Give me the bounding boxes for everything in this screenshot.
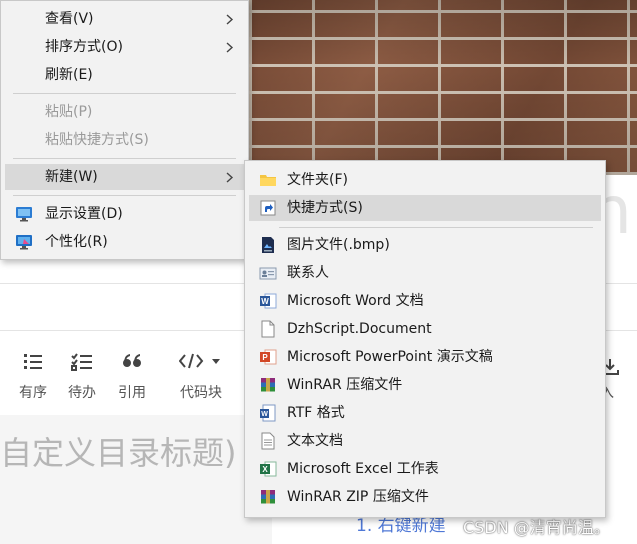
new-item-winrar-zip[interactable]: WinRAR ZIP 压缩文件 [249, 484, 601, 510]
new-item-word[interactable]: W Microsoft Word 文档 [249, 288, 601, 314]
new-item-label: Microsoft Word 文档 [287, 293, 424, 309]
contact-card-icon [259, 264, 277, 282]
new-item-label: Microsoft PowerPoint 演示文稿 [287, 349, 493, 365]
checklist-icon [62, 352, 102, 376]
menu-item-new[interactable]: 新建(W) [5, 164, 244, 190]
menu-separator [279, 227, 593, 228]
todo-list-button[interactable]: 待办 [62, 352, 102, 402]
new-item-label: 联系人 [287, 265, 329, 281]
menu-item-view[interactable]: 查看(V) [5, 6, 244, 32]
new-item-excel[interactable]: X Microsoft Excel 工作表 [249, 456, 601, 482]
svg-text:W: W [261, 411, 268, 418]
menu-separator [13, 93, 236, 94]
menu-item-sort-by[interactable]: 排序方式(O) [5, 34, 244, 60]
code-icon [170, 352, 232, 376]
bmp-image-icon [259, 236, 277, 254]
new-item-label: Microsoft Excel 工作表 [287, 461, 439, 477]
menu-item-label: 新建(W) [45, 169, 98, 185]
menu-item-label: 显示设置(D) [45, 206, 123, 222]
new-submenu: 文件夹(F) 快捷方式(S) 图片文件(.bmp) 联系人 W Microsof… [244, 160, 606, 518]
shortcut-icon [259, 199, 277, 217]
quote-icon [112, 352, 152, 376]
menu-item-label: 查看(V) [45, 11, 94, 27]
code-block-label: 代码块 [180, 385, 222, 401]
new-item-shortcut[interactable]: 快捷方式(S) [249, 195, 601, 221]
menu-item-paste[interactable]: 粘贴(P) [5, 99, 244, 125]
svg-text:P: P [262, 353, 268, 362]
new-item-label: 快捷方式(S) [287, 200, 363, 216]
new-item-folder[interactable]: 文件夹(F) [249, 167, 601, 193]
new-item-bmp[interactable]: 图片文件(.bmp) [249, 232, 601, 258]
quote-label: 引用 [118, 385, 146, 401]
winrar-icon [259, 376, 277, 394]
ordered-list-icon [14, 352, 52, 376]
new-item-powerpoint[interactable]: P Microsoft PowerPoint 演示文稿 [249, 344, 601, 370]
menu-item-refresh[interactable]: 刷新(E) [5, 62, 244, 88]
chevron-right-icon [224, 34, 236, 60]
menu-item-label: 粘贴(P) [45, 104, 93, 120]
menu-separator [13, 158, 236, 159]
display-settings-icon [15, 205, 33, 223]
text-document-icon [259, 432, 277, 450]
svg-text:W: W [261, 297, 269, 306]
new-item-text-document[interactable]: 文本文档 [249, 428, 601, 454]
new-item-rtf[interactable]: W RTF 格式 [249, 400, 601, 426]
ordered-list-label: 有序 [19, 385, 47, 401]
menu-separator [13, 195, 236, 196]
quote-button[interactable]: 引用 [112, 352, 152, 402]
menu-item-display-settings[interactable]: 显示设置(D) [5, 201, 244, 227]
menu-item-label: 粘贴快捷方式(S) [45, 132, 149, 148]
desktop-context-menu: 查看(V) 排序方式(O) 刷新(E) 粘贴(P) 粘贴快捷方式(S) 新建(W… [0, 0, 249, 260]
personalize-icon [15, 233, 33, 251]
excel-icon: X [259, 460, 277, 478]
chevron-right-icon [224, 6, 236, 32]
menu-item-label: 排序方式(O) [45, 39, 123, 55]
new-item-label: 图片文件(.bmp) [287, 237, 390, 253]
todo-list-label: 待办 [68, 385, 96, 401]
menu-item-label: 个性化(R) [45, 234, 108, 250]
menu-item-personalize[interactable]: 个性化(R) [5, 229, 244, 255]
new-item-winrar[interactable]: WinRAR 压缩文件 [249, 372, 601, 398]
editor-heading-text: 自定义目录标题) [0, 434, 237, 472]
menu-item-label: 刷新(E) [45, 67, 93, 83]
word-icon: W [259, 292, 277, 310]
new-item-label: RTF 格式 [287, 405, 345, 421]
rtf-icon: W [259, 404, 277, 422]
menu-item-paste-shortcut[interactable]: 粘贴快捷方式(S) [5, 127, 244, 153]
new-item-label: WinRAR ZIP 压缩文件 [287, 489, 429, 505]
folder-icon [259, 171, 277, 189]
new-item-label: 文件夹(F) [287, 172, 348, 188]
code-block-button[interactable]: 代码块 [170, 352, 232, 402]
new-item-contact[interactable]: 联系人 [249, 260, 601, 286]
new-item-label: 文本文档 [287, 433, 343, 449]
chevron-right-icon [224, 164, 236, 190]
new-item-label: DzhScript.Document [287, 321, 432, 337]
powerpoint-icon: P [259, 348, 277, 366]
new-item-label: WinRAR 压缩文件 [287, 377, 403, 393]
blank-document-icon [259, 320, 277, 338]
winrar-zip-icon [259, 488, 277, 506]
svg-text:X: X [262, 465, 268, 474]
new-item-dzhscript[interactable]: DzhScript.Document [249, 316, 601, 342]
ordered-list-button[interactable]: 有序 [14, 352, 52, 402]
